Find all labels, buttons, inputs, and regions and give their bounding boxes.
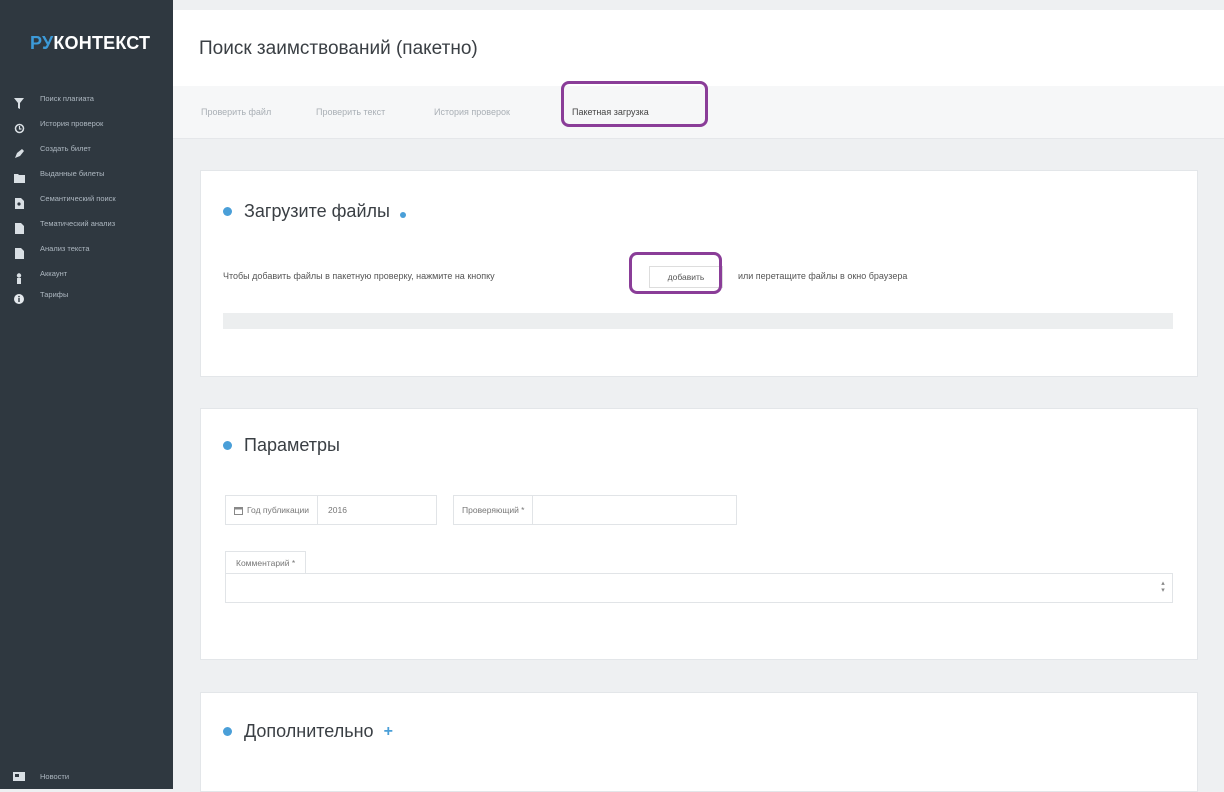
sidebar-item-text-analysis[interactable]: Анализ текста: [0, 244, 173, 268]
extra-title[interactable]: Дополнительно +: [223, 721, 393, 742]
reviewer-input[interactable]: [532, 496, 736, 524]
resize-spinner-icon[interactable]: ▴ ▾: [1160, 580, 1166, 596]
folder-icon: [12, 171, 26, 185]
tab-check-text[interactable]: Проверить текст: [316, 107, 385, 117]
comment-textarea[interactable]: ▴ ▾: [225, 573, 1173, 603]
sidebar-item-semantic-search[interactable]: Семантический поиск: [0, 194, 173, 218]
news-icon: [12, 769, 26, 783]
sidebar-item-check-history[interactable]: История проверок: [0, 119, 173, 143]
tab-check-file[interactable]: Проверить файл: [201, 107, 271, 117]
sidebar-nav: Поиск плагиата История проверок Создать …: [0, 94, 173, 311]
params-panel: Параметры Год публикации 2016 Проверяющи…: [200, 408, 1198, 660]
sidebar-item-label: Аккаунт: [40, 269, 68, 278]
sidebar-item-account[interactable]: Аккаунт: [0, 269, 173, 289]
document-search-icon: [12, 196, 26, 210]
calendar-icon: [234, 506, 243, 515]
page-title: Поиск заимствований (пакетно): [199, 38, 478, 59]
upload-title: Загрузите файлы: [223, 201, 406, 222]
sidebar-item-label: Создать билет: [40, 144, 91, 153]
sidebar-item-plagiarism-search[interactable]: Поиск плагиата: [0, 94, 173, 118]
help-icon[interactable]: [399, 211, 406, 218]
annotation-highlight-button: [629, 252, 722, 294]
section-dot-icon: [223, 207, 232, 216]
sidebar-item-create-ticket[interactable]: Создать билет: [0, 144, 173, 168]
sidebar-item-label: Тематический анализ: [40, 219, 116, 228]
upload-instructions: Чтобы добавить файлы в пакетную проверку…: [223, 271, 495, 281]
sidebar-item-issued-tickets[interactable]: Выданные билеты: [0, 169, 173, 193]
annotation-highlight-tab: [561, 81, 708, 127]
sidebar-item-label: Анализ текста: [40, 244, 90, 253]
sidebar-item-label: Выданные билеты: [40, 169, 105, 178]
user-icon: [12, 271, 26, 285]
expand-plus-icon[interactable]: +: [384, 723, 393, 741]
history-icon: [12, 121, 26, 135]
sidebar-item-label: Поиск плагиата: [40, 94, 94, 103]
upload-progress-bar: [223, 313, 1173, 329]
sidebar-item-label: Семантический поиск: [40, 194, 116, 203]
params-title: Параметры: [223, 435, 340, 456]
sidebar: РУКОНТЕКСТ Поиск плагиата История провер…: [0, 0, 173, 789]
document-icon: [12, 221, 26, 235]
sidebar-item-label: Новости: [40, 771, 70, 781]
pencil-icon: [12, 146, 26, 160]
logo[interactable]: РУКОНТЕКСТ: [30, 33, 150, 54]
sidebar-item-thematic-analysis[interactable]: Тематический анализ: [0, 219, 173, 243]
tab-check-history[interactable]: История проверок: [434, 107, 510, 117]
reviewer-label: Проверяющий *: [462, 505, 525, 515]
sidebar-item-tariffs[interactable]: Тарифы: [0, 290, 173, 310]
sidebar-item-label: Тарифы: [40, 290, 69, 299]
sidebar-item-label: История проверок: [40, 119, 104, 128]
year-label: Год публикации: [226, 505, 317, 515]
year-input[interactable]: 2016: [317, 496, 373, 524]
reviewer-field: Проверяющий *: [453, 495, 737, 525]
page-header: Поиск заимствований (пакетно): [173, 10, 1224, 87]
section-dot-icon: [223, 727, 232, 736]
upload-instructions-tail: или перетащите файлы в окно браузера: [738, 271, 908, 281]
document-text-icon: [12, 246, 26, 260]
filter-icon: [12, 96, 26, 110]
section-dot-icon: [223, 441, 232, 450]
comment-label: Комментарий *: [225, 551, 307, 574]
info-icon: [12, 292, 26, 306]
year-field: Год публикации 2016: [225, 495, 437, 525]
sidebar-item-news[interactable]: Новости: [12, 769, 69, 783]
extra-panel: Дополнительно +: [200, 692, 1198, 792]
